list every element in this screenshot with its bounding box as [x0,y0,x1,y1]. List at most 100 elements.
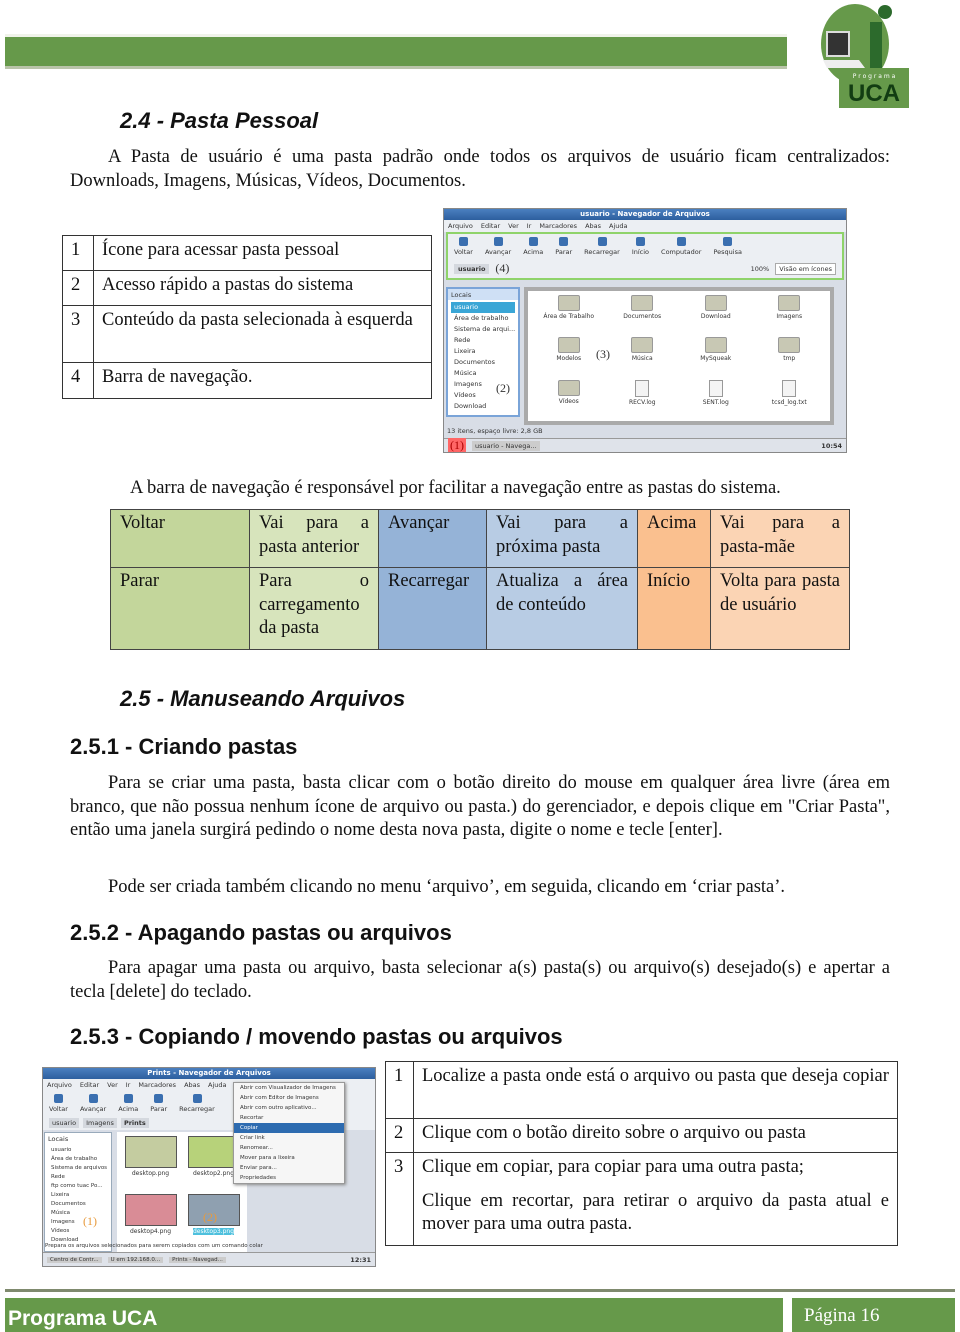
item-label: Documentos [623,313,662,320]
toolbar-label: Recarregar [584,248,620,256]
content-item: MySqueak [679,337,753,373]
context-menu-item: Propriedades [240,1175,276,1181]
svg-text:P r o g r a m a: P r o g r a m a [853,73,896,80]
toolbar-button: Voltar [454,237,473,256]
sidebar-item: ftp como tuac Po... [51,1183,103,1189]
item-label: desktop3.png [192,1228,235,1235]
clock: 10:54 [821,441,842,450]
item-label: desktop.png [131,1170,170,1177]
task-item: U em 192.168.0... [107,1256,164,1263]
paragraph-text: Para apagar uma pasta ou arquivo, basta … [70,958,890,1002]
context-menu-item: Enviar para... [240,1165,277,1171]
toolbar-label: Voltar [454,248,473,256]
menu-item: Ver [508,222,519,230]
status-bar: Prepara os arquivos selecionados para se… [45,1243,263,1249]
toolbar-button: Recarregar [584,237,620,256]
step-number: 2 [385,1118,414,1153]
menu-item: Arquivo [448,222,473,230]
marker-1: (1) [448,438,466,452]
legend-text: Acesso rápido a pastas do sistema [93,270,432,306]
content-item: Download [679,295,753,331]
legend-number: 3 [62,305,94,363]
toolbar-label: Acima [523,248,544,256]
toolbar-icon [635,237,645,246]
nav-action-name: Avançar [378,509,487,568]
content-item: RECV.log [606,379,680,417]
toolbar-icon [154,1094,164,1103]
content-item: desktop4.png [121,1194,180,1248]
sidebar-header: Locais [48,1134,69,1143]
taskbar: Centro de Contr... U em 192.168.0... Print… [43,1252,375,1266]
task-item: Centro de Contr... [47,1256,102,1263]
folder-icon [631,295,654,311]
toolbar-button: Avançar [80,1094,106,1113]
toolbar-button: Acima [523,237,543,256]
toolbar-icon [676,237,686,246]
content-area: Área de Trabalho Documentos Download Imagen… [524,287,834,425]
content-item: tmp [753,337,827,373]
path-button: Prints [120,1118,149,1128]
status-bar: 13 itens, espaço livre: 2,8 GB [447,427,543,435]
sidebar-item: Imagens [51,1219,75,1225]
menu-item: Abas [585,222,602,230]
page-number: Página 16 [792,1298,955,1332]
nav-action-description: Atualiza a área de conteúdo [486,567,638,650]
toolbar-icon [458,237,468,246]
file-icon [708,379,723,397]
item-label: Modelos [556,355,582,363]
sidebar-header: Locais [448,289,518,300]
menu-item: Ver [107,1081,118,1089]
toolbar-button: Recarregar [179,1094,215,1113]
legend-table: 1 Ícone para acessar pasta pessoal 2 Acess… [62,235,432,399]
nav-action-description: Volta para pasta de usuário [710,567,850,650]
marker-1: (1) [83,1214,97,1228]
file-manager-screenshot: usuario - Navegador de Arquivos Arquivo E… [443,208,847,453]
toolbar: Voltar Avançar Acima Parar Recarregar Início C… [448,234,842,259]
item-label: Imagens [776,313,803,320]
toolbar-label: Voltar [49,1105,68,1113]
nav-action-description: Para o carregamento da pasta [249,567,379,650]
sidebar-item: Download [454,402,487,410]
item-label: desktop2.png [192,1170,235,1177]
content-item: Modelos [532,337,606,373]
sidebar-item: Documentos [454,358,496,366]
taskbar: (1) usuario - Navega... 10:54 [444,438,846,452]
nav-action-description: Vai para a pasta-mãe [710,509,850,568]
step-text: Clique em copiar, para copiar para uma o… [422,1157,804,1177]
section-title-2-5-2: 2.5.2 - Apagando pastas ou arquivos [70,920,452,945]
sidebar-item: Área de trabalho [454,314,509,322]
item-label: Vídeos [558,397,579,405]
sidebar-item: Área de trabalho [51,1156,98,1162]
toolbar-button: Parar [150,1094,167,1113]
toolbar-label: Parar [150,1105,168,1113]
item-label: desktop4.png [129,1228,172,1235]
nav-action-name: Parar [110,567,250,650]
toolbar-label: Pesquisa [713,248,742,256]
marker-2: (2) [496,381,510,395]
legend-number: 1 [62,235,94,271]
item-label: Área de Trabalho [543,313,595,320]
item-label: RECV.log [628,398,656,406]
folder-icon [631,337,654,354]
image-thumbnail [187,1136,240,1168]
menu-item: Marcadores [539,222,578,230]
section-title-2-4: 2.4 - Pasta Pessoal [120,108,319,133]
context-menu-item: Abrir com Visualizador de Imagens [240,1085,336,1091]
copy-screenshot: Prints - Navegador de Arquivos Arquivo Ed… [42,1067,376,1267]
paragraph-text: Para se criar uma pasta, basta clicar co… [70,773,890,840]
toolbar-button: Parar [555,237,572,256]
marker-2: (2) [203,1210,217,1224]
legend-number: 4 [62,362,94,399]
context-menu: Abrir com Visualizador de Imagens Abrir c… [233,1082,345,1184]
toolbar-icon [493,237,503,246]
menu-bar: Arquivo Editar Ver Ir Marcadores Abas Ajuda [444,220,846,232]
context-menu-item: Abrir com Editor de Imagens [240,1095,319,1101]
item-label: tcsd_log.txt [771,398,807,406]
toolbar-icon [53,1094,63,1103]
step-number: 1 [385,1061,414,1119]
toolbar-button: Computador [661,237,701,256]
toolbar-button: Início [632,237,649,256]
folder-icon [557,379,580,396]
toolbar-icon [88,1094,98,1103]
folder-icon [704,295,727,311]
